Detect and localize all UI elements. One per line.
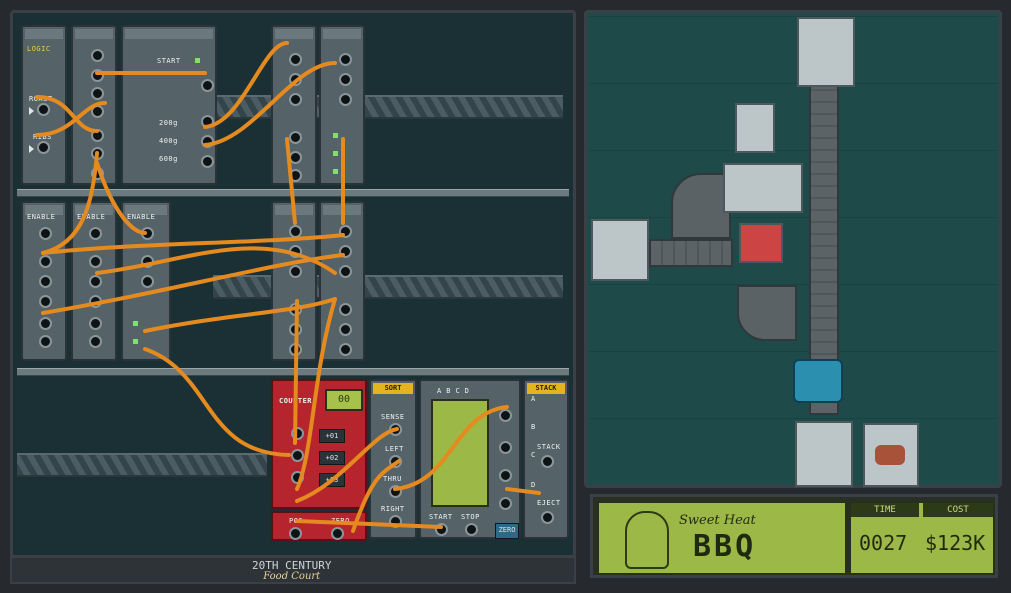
cost-value: $123K — [925, 531, 986, 555]
wire[interactable] — [203, 61, 337, 147]
wire[interactable] — [41, 233, 345, 255]
time-value: 0027 — [859, 531, 908, 555]
curved-conveyor-lower[interactable] — [737, 285, 797, 341]
factory-floor-view[interactable] — [584, 10, 1002, 488]
wire[interactable] — [143, 347, 291, 457]
logo-tagline: Sweet Heat — [679, 513, 756, 528]
wire[interactable] — [203, 41, 289, 129]
wire[interactable] — [393, 405, 509, 491]
brand-logo: 20TH CENTURY Food Court — [252, 560, 331, 582]
wire[interactable] — [41, 151, 99, 255]
wire[interactable] — [295, 519, 443, 529]
mascot-icon — [625, 511, 669, 569]
wire[interactable] — [505, 487, 541, 495]
wire[interactable] — [293, 299, 299, 445]
sensor-machine[interactable] — [735, 103, 775, 153]
ribs-dispenser[interactable] — [591, 219, 649, 281]
ribs-output-tray[interactable] — [863, 423, 919, 487]
stats-screen: TIME COST 0027 $123K — [849, 501, 995, 575]
output-machine[interactable] — [795, 421, 853, 487]
logo-title: BBQ — [693, 529, 757, 564]
time-label: TIME — [851, 503, 919, 517]
wire[interactable] — [351, 459, 401, 533]
cost-label: COST — [923, 503, 993, 517]
brand-line2: Food Court — [263, 571, 321, 582]
wire[interactable] — [285, 137, 297, 225]
circuit-board-panel[interactable]: LOGIC ROAST RIBS START 200g 400g 600g EN… — [10, 10, 576, 558]
status-panel: Sweet Heat BBQ TIME COST 0027 $123K — [590, 494, 998, 578]
junction-machine[interactable] — [723, 163, 803, 213]
scale-machine[interactable] — [739, 223, 783, 263]
wire[interactable] — [143, 297, 337, 333]
footer-bar: 20TH CENTURY Food Court — [10, 556, 576, 584]
wire[interactable] — [295, 427, 399, 503]
curved-conveyor[interactable] — [671, 173, 731, 239]
robot-arm[interactable] — [793, 359, 843, 403]
wire[interactable] — [295, 297, 337, 491]
brand-line1: 20TH CENTURY — [252, 559, 332, 572]
ribs-item-icon — [875, 445, 905, 465]
wire[interactable] — [95, 161, 147, 235]
infeed-conveyor[interactable] — [649, 239, 733, 267]
wire-layer[interactable] — [13, 13, 579, 561]
top-machine[interactable] — [797, 17, 855, 87]
logo-screen: Sweet Heat BBQ — [597, 501, 847, 575]
